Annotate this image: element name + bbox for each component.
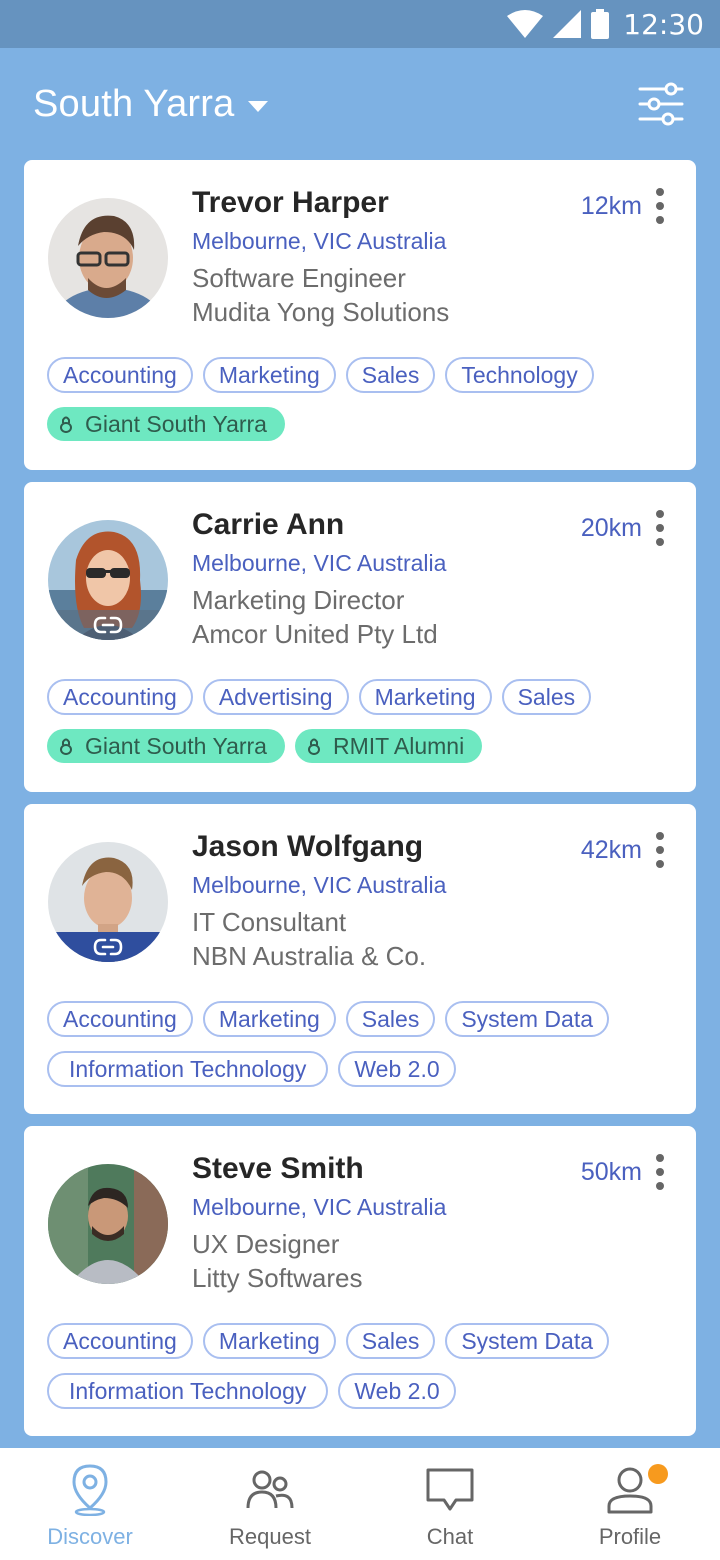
tag-chip[interactable]: System Data [445,1001,609,1037]
person-location: Melbourne, VIC Australia [192,228,447,254]
tag-chip[interactable]: Marketing [202,1323,336,1359]
location-selector[interactable]: South Yarra [33,82,269,126]
tag-list: Accounting Marketing Sales System Data I… [47,1001,667,1087]
header: South Yarra [0,48,720,160]
nav-label: Request [229,1524,311,1549]
group-chip[interactable]: Giant South Yarra [47,729,285,763]
person-card[interactable]: Trevor Harper Melbourne, VIC Australia S… [24,160,696,470]
person-company: Litty Softwares [192,1263,363,1293]
tag-chip[interactable]: Information Technology [47,1051,329,1087]
location-pin-icon [72,1464,108,1516]
person-location: Melbourne, VIC Australia [192,550,447,576]
tag-chip[interactable]: Sales [501,679,592,715]
caret-down-icon [248,101,269,112]
link-badge [48,610,168,640]
avatar-photo [48,1164,168,1284]
lock-icon [59,415,73,433]
tag-list: Accounting Marketing Sales Technology Gi… [47,357,667,441]
nav-profile[interactable]: Profile [540,1448,720,1560]
avatar-photo [48,198,168,318]
tag-chip[interactable]: Accounting [47,1001,193,1037]
person-card[interactable]: Jason Wolfgang Melbourne, VIC Australia … [24,804,696,1114]
person-role: IT Consultant [192,907,347,937]
tag-chip[interactable]: Marketing [202,357,336,393]
wifi-icon [507,10,544,38]
nav-label: Discover [47,1524,133,1549]
nav-request[interactable]: Request [180,1448,360,1560]
nav-label: Profile [598,1524,662,1549]
nav-label: Chat [426,1524,474,1549]
location-title: South Yarra [33,82,235,125]
person-card[interactable]: Steve Smith Melbourne, VIC Australia UX … [24,1126,696,1436]
person-distance: 12km [580,192,642,220]
link-badge [48,932,168,962]
notification-dot [648,1464,668,1484]
more-options-icon[interactable] [652,832,668,868]
more-options-icon[interactable] [652,1154,668,1190]
group-label: Giant South Yarra [85,410,267,437]
tag-chip[interactable]: Sales [345,1323,436,1359]
tag-chip[interactable]: System Data [445,1323,609,1359]
tag-chip[interactable]: Marketing [202,1001,336,1037]
person-distance: 20km [580,514,642,542]
chat-bubble-icon [426,1468,474,1511]
person-company: NBN Australia & Co. [192,941,427,971]
avatar[interactable] [48,842,168,962]
tag-chip[interactable]: Information Technology [47,1373,329,1409]
tag-list: Accounting Marketing Sales System Data I… [47,1323,667,1409]
more-options-icon[interactable] [652,188,668,224]
person-company: Mudita Yong Solutions [192,297,450,327]
tag-list: Accounting Advertising Marketing Sales G… [47,679,667,763]
tag-chip[interactable]: Accounting [47,679,193,715]
person-role: Software Engineer [192,263,406,293]
link-icon [93,938,123,956]
link-icon [93,616,123,634]
tag-chip[interactable]: Web 2.0 [338,1051,456,1087]
filter-settings-icon[interactable] [638,81,684,127]
tag-chip[interactable]: Accounting [47,357,193,393]
lock-icon [307,737,321,755]
person-role: Marketing Director [192,585,405,615]
person-distance: 50km [580,1158,642,1186]
group-chip[interactable]: RMIT Alumni [294,729,483,763]
profile-icon [607,1467,653,1514]
avatar[interactable] [48,1164,168,1284]
tag-chip[interactable]: Web 2.0 [338,1373,456,1409]
lock-icon [59,737,73,755]
person-distance: 42km [580,836,642,864]
person-name[interactable]: Jason Wolfgang [192,830,423,864]
tag-chip[interactable]: Advertising [202,679,349,715]
people-icon [246,1470,294,1509]
person-name[interactable]: Steve Smith [192,1152,364,1186]
person-name[interactable]: Carrie Ann [192,508,344,542]
nav-discover[interactable]: Discover [0,1448,180,1560]
avatar[interactable] [48,198,168,318]
person-role: UX Designer [192,1229,340,1259]
person-company: Amcor United Pty Ltd [192,619,438,649]
group-label: Giant South Yarra [85,732,267,759]
tag-chip[interactable]: Technology [445,357,594,393]
more-options-icon[interactable] [652,510,668,546]
tag-chip[interactable]: Accounting [47,1323,193,1359]
tag-chip[interactable]: Marketing [358,679,492,715]
status-bar: 12:30 [0,0,720,48]
nav-chat[interactable]: Chat [360,1448,540,1560]
person-location: Melbourne, VIC Australia [192,1194,447,1220]
tag-chip[interactable]: Sales [345,1001,436,1037]
group-label: RMIT Alumni [332,732,465,759]
battery-icon [591,9,610,39]
signal-icon [553,10,582,38]
person-name[interactable]: Trevor Harper [192,186,389,220]
tag-chip[interactable]: Sales [345,357,436,393]
person-location: Melbourne, VIC Australia [192,872,447,898]
avatar[interactable] [48,520,168,640]
group-chip[interactable]: Giant South Yarra [47,407,285,441]
person-card[interactable]: Carrie Ann Melbourne, VIC Australia Mark… [24,482,696,792]
bottom-nav: Discover Request Chat Profile [0,1448,720,1560]
status-time: 12:30 [623,7,704,41]
